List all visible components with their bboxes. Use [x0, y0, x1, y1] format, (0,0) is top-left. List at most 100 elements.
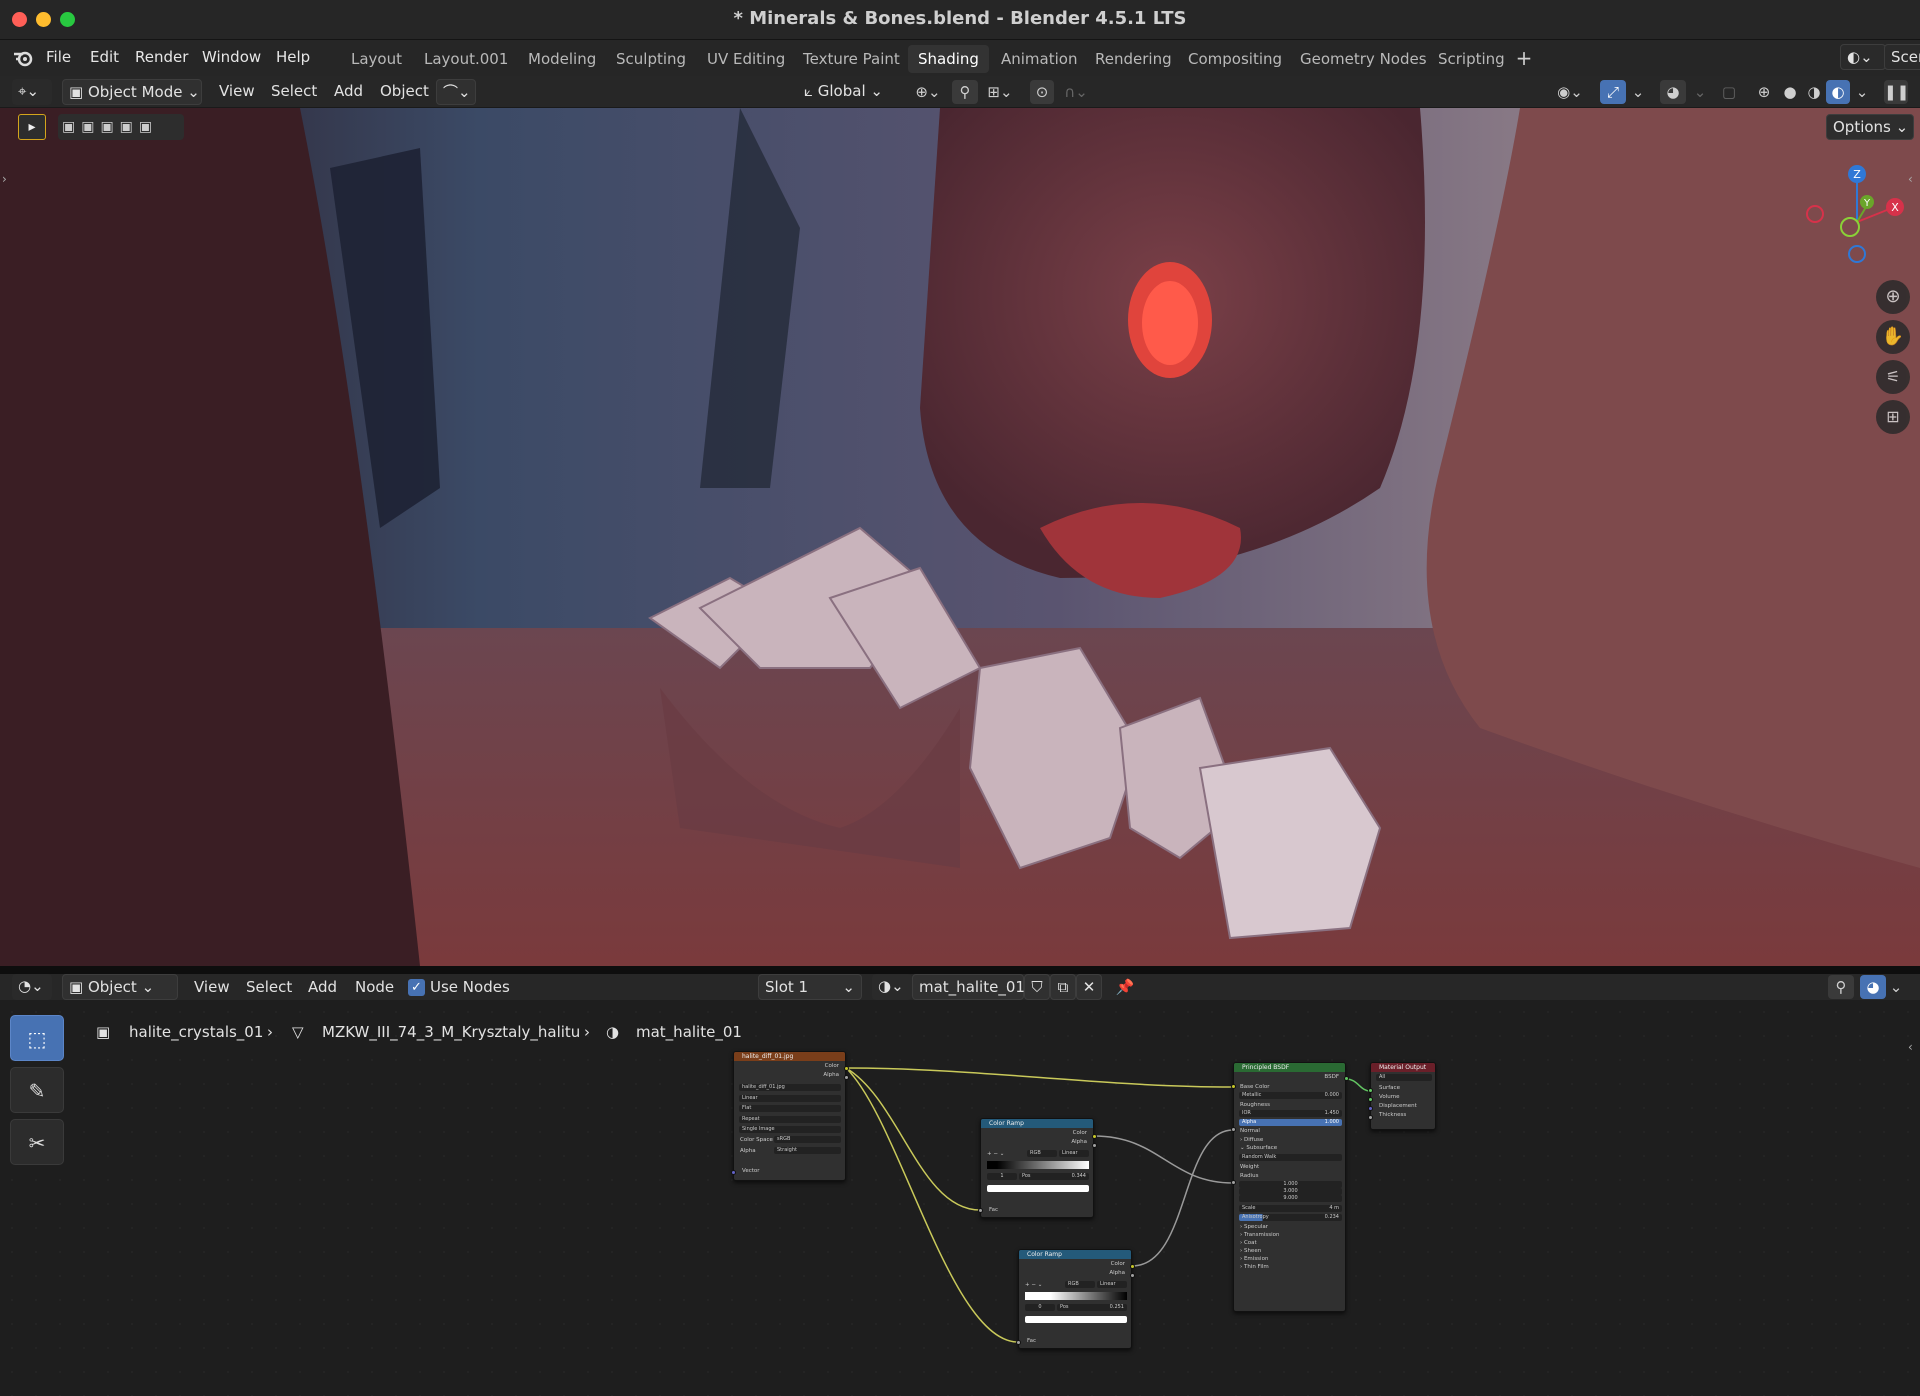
- interpolation-dropdown[interactable]: Linear: [739, 1095, 841, 1102]
- ramp2-pos-field[interactable]: Pos 0.251: [1057, 1304, 1127, 1311]
- gizmo-dropdown-icon[interactable]: ⌄: [1628, 80, 1648, 104]
- fake-user-shield-icon[interactable]: ⛉: [1024, 974, 1050, 1000]
- ramp1-add-remove-icon[interactable]: + − ⌄: [987, 1151, 1004, 1157]
- tab-animation[interactable]: Animation: [991, 45, 1087, 73]
- pivot-icon[interactable]: ⊕⌄: [910, 80, 946, 104]
- ramp1-gradient[interactable]: [987, 1161, 1089, 1169]
- output-displacement-socket[interactable]: [1368, 1106, 1373, 1111]
- toolbar-expand-icon[interactable]: ›: [2, 172, 7, 186]
- ramp2-index-field[interactable]: 0: [1025, 1304, 1055, 1311]
- add-workspace-icon[interactable]: +: [1512, 46, 1536, 70]
- node-snap-icon[interactable]: ⚲: [1828, 975, 1854, 999]
- ramp1-color-socket[interactable]: [1092, 1134, 1097, 1139]
- zoom-icon[interactable]: ⊕: [1876, 280, 1910, 314]
- sidebar-expand-icon[interactable]: ‹: [1908, 172, 1913, 186]
- image-alpha-socket[interactable]: [844, 1075, 849, 1080]
- camera-view-icon[interactable]: ⚟: [1876, 360, 1910, 394]
- material-name-field[interactable]: mat_halite_01: [912, 974, 1025, 1000]
- overlays-dropdown-icon[interactable]: ⌄: [1690, 80, 1710, 104]
- viewport-menu-object[interactable]: Object: [380, 82, 429, 100]
- node-menu-select[interactable]: Select: [246, 978, 292, 996]
- xray-icon[interactable]: ▢: [1716, 80, 1742, 104]
- bsdf-radius-y-field[interactable]: 3.000: [1239, 1188, 1342, 1195]
- ramp2-gradient[interactable]: [1025, 1292, 1127, 1300]
- shading-dropdown-icon[interactable]: ⌄: [1852, 80, 1872, 104]
- node-menu-view[interactable]: View: [194, 978, 230, 996]
- bsdf-weight-socket[interactable]: [1231, 1180, 1236, 1185]
- select-tool-icon[interactable]: ▸: [18, 114, 46, 140]
- tab-sculpting[interactable]: Sculpting: [606, 45, 696, 73]
- ramp1-mode-dropdown[interactable]: RGB: [1027, 1150, 1057, 1157]
- bsdf-emission-panel[interactable]: › Emission: [1240, 1256, 1268, 1262]
- tab-geometry-nodes[interactable]: Geometry Nodes: [1290, 45, 1437, 73]
- tab-uv-editing[interactable]: UV Editing: [697, 45, 795, 73]
- area-separator[interactable]: [0, 966, 1920, 974]
- ramp1-color-swatch[interactable]: [987, 1185, 1089, 1192]
- shading-wireframe-icon[interactable]: ⊕: [1752, 80, 1776, 104]
- pause-render-icon[interactable]: ❚❚: [1884, 80, 1909, 104]
- viewport-menu-view[interactable]: View: [219, 82, 255, 100]
- ramp2-header[interactable]: Color Ramp: [1019, 1250, 1131, 1259]
- ramp2-mode-dropdown[interactable]: RGB: [1065, 1281, 1095, 1288]
- slot-dropdown[interactable]: Slot 1 ⌄: [758, 974, 862, 1000]
- node-editor-type-icon[interactable]: ◔⌄: [12, 974, 52, 1000]
- ramp2-color-socket[interactable]: [1130, 1264, 1135, 1269]
- duplicate-material-icon[interactable]: ⧉: [1050, 974, 1076, 1000]
- menu-file[interactable]: File: [46, 48, 71, 66]
- bsdf-thinfilm-panel[interactable]: › Thin Film: [1240, 1264, 1269, 1270]
- viewport-menu-select[interactable]: Select: [271, 82, 317, 100]
- bsdf-header[interactable]: Principled BSDF: [1234, 1063, 1345, 1072]
- ramp1-pos-field[interactable]: Pos 0.344: [1019, 1173, 1089, 1180]
- gpencil-icon[interactable]: ⌒⌄: [436, 79, 476, 105]
- image-file-field[interactable]: halite_diff_01.jpg: [739, 1084, 841, 1091]
- image-color-socket[interactable]: [844, 1066, 849, 1071]
- material-browse-icon[interactable]: ◑⌄: [872, 974, 912, 1000]
- extension-dropdown[interactable]: Repeat: [739, 1116, 841, 1123]
- bsdf-out-socket[interactable]: [1344, 1076, 1349, 1081]
- colorspace-dropdown[interactable]: sRGB: [774, 1136, 841, 1143]
- bsdf-coat-panel[interactable]: › Coat: [1240, 1240, 1257, 1246]
- color-ramp-node-2[interactable]: Color Ramp Color Alpha + − ⌄ RGB Linear …: [1018, 1249, 1132, 1349]
- bsdf-metallic-field[interactable]: Metallic 0.000: [1239, 1092, 1342, 1099]
- node-menu-node[interactable]: Node: [355, 978, 394, 996]
- image-node-header[interactable]: halite_diff_01.jpg: [734, 1052, 845, 1061]
- node-menu-add[interactable]: Add: [308, 978, 337, 996]
- bsdf-specular-panel[interactable]: › Specular: [1240, 1224, 1268, 1230]
- tab-layout-001[interactable]: Layout.001: [414, 45, 518, 73]
- output-surface-socket[interactable]: [1368, 1088, 1373, 1093]
- snap-icon[interactable]: ⚲: [952, 80, 978, 104]
- node-editor-canvas[interactable]: ⬚ ✎ ✂ ▣ halite_crystals_01 › ▽ MZKW_III_…: [0, 1000, 1920, 1396]
- blender-logo-icon[interactable]: [12, 48, 34, 68]
- principled-bsdf-node[interactable]: Principled BSDF BSDF Base Color Metallic…: [1233, 1062, 1346, 1312]
- gizmo-toggle-icon[interactable]: ⤢: [1600, 80, 1626, 104]
- bsdf-transmission-panel[interactable]: › Transmission: [1240, 1232, 1279, 1238]
- transform-orientation-dropdown[interactable]: ⟀ Global ⌄: [798, 79, 898, 105]
- node-overlays-dropdown-icon[interactable]: ⌄: [1886, 975, 1906, 999]
- unlink-material-icon[interactable]: ✕: [1076, 974, 1102, 1000]
- bsdf-scale-field[interactable]: Scale 4 m: [1239, 1205, 1342, 1212]
- shading-rendered-icon[interactable]: ◐: [1826, 80, 1850, 104]
- bsdf-anisotropy-field[interactable]: Anisotropy 0.234: [1239, 1214, 1342, 1221]
- tab-layout[interactable]: Layout: [341, 45, 412, 73]
- pan-hand-icon[interactable]: ✋: [1876, 320, 1910, 354]
- 3d-viewport[interactable]: ▸ ▣▣▣▣▣ Options ⌄ Z X Y ⊕ ✋ ⚟ ⊞ › ‹: [0, 108, 1920, 966]
- use-nodes-checkbox[interactable]: ✓: [408, 979, 425, 996]
- object-mode-dropdown[interactable]: ▣ Object Mode ⌄: [62, 79, 202, 105]
- bsdf-radius-x-field[interactable]: 1.000: [1239, 1181, 1342, 1188]
- menu-render[interactable]: Render: [135, 48, 188, 66]
- node-overlays-icon[interactable]: ◕: [1860, 975, 1886, 999]
- scene-selector-icon[interactable]: ◐⌄: [1840, 44, 1886, 70]
- ramp2-alpha-socket[interactable]: [1130, 1273, 1135, 1278]
- bsdf-basecolor-socket[interactable]: [1231, 1084, 1236, 1089]
- tab-texture-paint[interactable]: Texture Paint: [793, 45, 910, 73]
- bsdf-ior-field[interactable]: IOR 1.450: [1239, 1110, 1342, 1117]
- image-vector-socket[interactable]: [731, 1170, 736, 1175]
- shading-solid-icon[interactable]: ●: [1778, 80, 1802, 104]
- bsdf-diffuse-panel[interactable]: › Diffuse: [1240, 1137, 1263, 1143]
- menu-edit[interactable]: Edit: [90, 48, 119, 66]
- shader-type-dropdown[interactable]: ▣ Object ⌄: [62, 974, 178, 1000]
- falloff-icon[interactable]: ∩⌄: [1058, 80, 1094, 104]
- ramp1-index-field[interactable]: 1: [987, 1173, 1017, 1180]
- proportional-edit-icon[interactable]: ⊙: [1030, 80, 1054, 104]
- tab-compositing[interactable]: Compositing: [1178, 45, 1292, 73]
